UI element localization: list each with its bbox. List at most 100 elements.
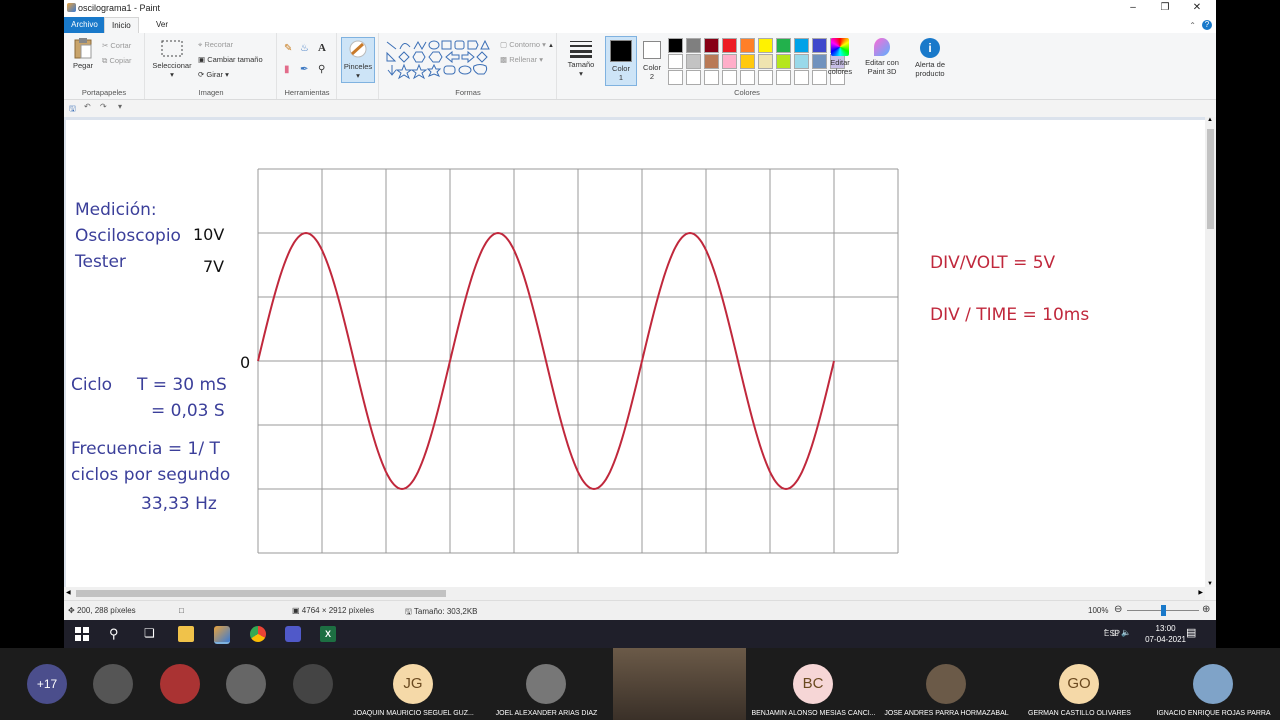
zoom-out-icon[interactable]: ⊖	[1114, 604, 1122, 615]
edit-colors-icon	[831, 38, 849, 56]
scroll-left-icon[interactable]: ◀	[66, 589, 71, 596]
brushes-button[interactable]: Pinceles ▾	[341, 37, 375, 83]
zoom-slider[interactable]	[1127, 605, 1199, 616]
paint-taskbar-icon[interactable]	[214, 626, 230, 644]
color2-button[interactable]: Color 2	[637, 36, 667, 84]
participant-tile[interactable]: JOSE ANDRES PARRA HORMAZABAL	[880, 648, 1013, 720]
palette-swatch[interactable]	[686, 54, 701, 69]
save-icon[interactable]: 🖫	[69, 103, 76, 117]
pencil-icon[interactable]: ✎	[284, 43, 292, 54]
image-dimensions-value: 4764 × 2912 píxeles	[301, 606, 375, 615]
participant-tile[interactable]: IGNACIO ENRIQUE ROJAS PARRA	[1147, 648, 1280, 720]
participant-avatar[interactable]	[293, 664, 333, 704]
palette-swatch[interactable]	[722, 70, 737, 85]
palette-swatch[interactable]	[758, 54, 773, 69]
undo-icon[interactable]: ↶	[84, 102, 91, 111]
paint3d-button[interactable]: Editar con Paint 3D	[860, 38, 904, 76]
scroll-up-icon[interactable]: ▲	[1207, 117, 1213, 123]
chrome-icon[interactable]	[250, 626, 266, 642]
palette-swatch[interactable]	[776, 38, 791, 53]
fill-bucket-icon[interactable]: ♨	[300, 43, 309, 54]
eraser-icon[interactable]: ▮	[284, 64, 290, 75]
palette-swatch[interactable]	[686, 38, 701, 53]
participant-avatar[interactable]	[226, 664, 266, 704]
resize-button[interactable]: ▣ Cambiar tamaño	[198, 55, 263, 64]
tab-home[interactable]: Inicio	[104, 17, 139, 34]
collapse-ribbon-icon[interactable]: ⌃	[1189, 21, 1196, 30]
scroll-right-icon[interactable]: ▶	[1198, 589, 1203, 596]
zoom-in-icon[interactable]: ⊕	[1202, 604, 1210, 615]
palette-swatch[interactable]	[776, 54, 791, 69]
drawing-canvas[interactable]: Medición: Osciloscopio Tester 10V 7V 0 C…	[66, 120, 1205, 587]
outline-button[interactable]: ▢ Contorno ▾	[500, 40, 546, 49]
participant-tile[interactable]: GO GERMAN CASTILLO OLIVARES	[1013, 648, 1146, 720]
search-icon[interactable]: ⚲	[109, 626, 125, 642]
palette-swatch[interactable]	[740, 38, 755, 53]
excel-icon[interactable]: X	[320, 626, 336, 642]
paste-button[interactable]: Pegar	[69, 37, 97, 70]
palette-swatch[interactable]	[668, 54, 683, 69]
palette-swatch[interactable]	[794, 54, 809, 69]
palette-swatch[interactable]	[758, 70, 773, 85]
edit-colors-button[interactable]: Editar colores	[824, 38, 856, 76]
shapes-gallery[interactable]	[384, 39, 492, 83]
scroll-down-icon[interactable]: ▼	[1207, 581, 1213, 587]
color1-button[interactable]: Color 1	[605, 36, 637, 86]
palette-swatch[interactable]	[740, 54, 755, 69]
language-indicator[interactable]: ESP	[1104, 629, 1120, 638]
palette-swatch[interactable]	[758, 38, 773, 53]
participant-tile[interactable]: BC BENJAMIN ALONSO MESIAS CANCI...	[747, 648, 880, 720]
size-button[interactable]: Tamaño ▾	[562, 38, 600, 78]
tab-view[interactable]: Ver	[149, 17, 175, 33]
palette-swatch[interactable]	[794, 70, 809, 85]
participant-tile[interactable]: JOEL ALEXANDER ARIAS DIAZ	[480, 648, 613, 720]
palette-swatch[interactable]	[704, 70, 719, 85]
crop-button[interactable]: ⌖ Recortar	[198, 40, 233, 50]
task-view-icon[interactable]: ❏	[144, 626, 160, 642]
customize-qat-icon[interactable]: ▾	[118, 102, 122, 111]
help-icon[interactable]: ?	[1202, 20, 1212, 30]
colors-group: Colores	[668, 33, 845, 99]
palette-swatch[interactable]	[740, 70, 755, 85]
minimize-icon[interactable]: –	[1123, 2, 1143, 14]
palette-swatch[interactable]	[668, 38, 683, 53]
notifications-icon[interactable]: ▤	[1186, 626, 1202, 642]
palette-swatch[interactable]	[722, 54, 737, 69]
file-explorer-icon[interactable]	[178, 626, 194, 642]
horizontal-scrollbar[interactable]: ◀ ▶	[64, 587, 1205, 600]
horizontal-scroll-thumb[interactable]	[76, 590, 446, 597]
tab-file[interactable]: Archivo	[64, 17, 105, 33]
selection-icon: □	[179, 606, 184, 615]
palette-swatch[interactable]	[722, 38, 737, 53]
teams-icon[interactable]	[285, 626, 301, 642]
participant-avatar[interactable]	[93, 664, 133, 704]
copy-button[interactable]: ⧉ Copiar	[102, 56, 132, 66]
select-button[interactable]: Seleccionar ▾	[149, 39, 195, 79]
participant-avatar[interactable]	[160, 664, 200, 704]
rotate-button[interactable]: ⟳ Girar ▾	[198, 70, 229, 79]
color-picker-icon[interactable]: ✒	[300, 64, 308, 75]
more-participants-button[interactable]: +17	[27, 664, 67, 704]
cut-button[interactable]: ✂ Cortar	[102, 41, 131, 50]
text-tool-icon[interactable]: A	[318, 42, 326, 54]
restore-icon[interactable]: ❐	[1155, 2, 1175, 14]
palette-swatch[interactable]	[686, 70, 701, 85]
vertical-scrollbar[interactable]: ▲ ▼	[1205, 117, 1216, 587]
participant-tile[interactable]: JG JOAQUIN MAURICIO SEGUEL GUZ...	[347, 648, 480, 720]
shapes-scroll-icon[interactable]: ▲	[548, 43, 554, 49]
palette-swatch[interactable]	[668, 70, 683, 85]
palette-swatch[interactable]	[794, 38, 809, 53]
palette-swatch[interactable]	[704, 38, 719, 53]
magnifier-icon[interactable]: ⚲	[318, 64, 325, 75]
windows-start-icon[interactable]	[74, 626, 90, 642]
vertical-scroll-thumb[interactable]	[1207, 129, 1214, 229]
palette-swatch[interactable]	[776, 70, 791, 85]
product-alert-button[interactable]: i Alerta de producto	[908, 38, 952, 78]
palette-swatch[interactable]	[704, 54, 719, 69]
system-clock[interactable]: 13:00 07-04-2021	[1145, 623, 1186, 645]
redo-icon[interactable]: ↷	[100, 102, 107, 111]
active-speaker-video[interactable]	[613, 648, 746, 720]
close-icon[interactable]: ✕	[1187, 2, 1207, 14]
zoom-slider-thumb[interactable]	[1161, 605, 1166, 616]
fill-button[interactable]: ▩ Rellenar ▾	[500, 55, 543, 64]
